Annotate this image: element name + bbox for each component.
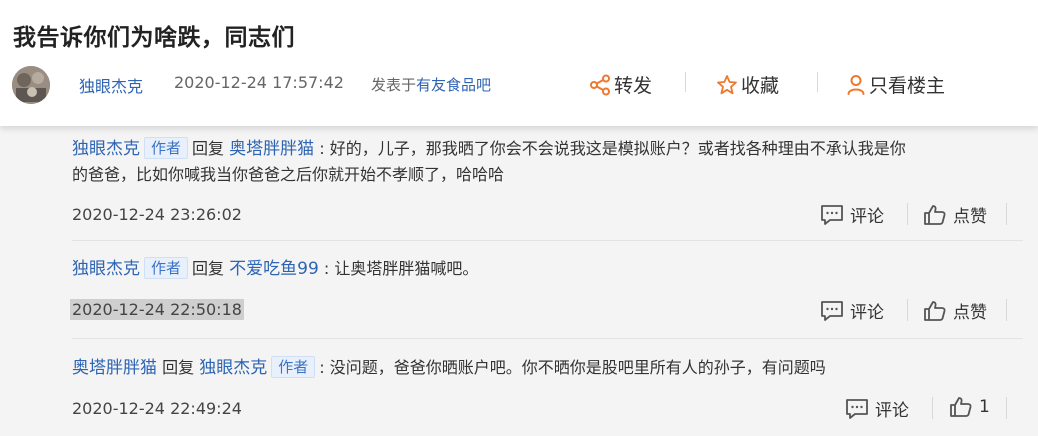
person-icon xyxy=(847,74,865,95)
divider xyxy=(907,299,908,321)
reply-list: 独眼杰克 作者 回复 奥塔胖胖猫 : 好的，儿子，那我晒了你会不会说我这是模拟账户？… xyxy=(58,126,1038,436)
divider xyxy=(72,240,1023,241)
reply-text-cont: 的爸爸，比如你喊我当你爸爸之后你就开始不孝顺了，哈哈哈 xyxy=(72,165,505,184)
share-icon xyxy=(590,74,610,95)
like-button[interactable]: 点赞 xyxy=(923,202,987,227)
reply-text: : 让奥塔胖胖猫喊吧。 xyxy=(323,259,479,278)
divider xyxy=(817,72,818,92)
share-button[interactable]: 转发 xyxy=(589,71,652,98)
reply-target[interactable]: 独眼杰克 xyxy=(199,358,267,378)
reply-time: 2020-12-24 23:26:02 xyxy=(72,205,242,224)
divider xyxy=(907,203,908,225)
divider xyxy=(685,72,686,92)
comment-button[interactable]: 评论 xyxy=(820,298,884,323)
comment-icon xyxy=(821,204,843,225)
reply-word: 回复 xyxy=(192,259,225,278)
thumbs-up-icon xyxy=(924,300,946,321)
star-icon xyxy=(717,74,737,94)
divider xyxy=(72,338,1023,339)
comment-label: 评论 xyxy=(850,303,884,323)
reply-time: 2020-12-24 22:49:24 xyxy=(72,399,242,418)
divider xyxy=(1006,203,1007,225)
like-label: 点赞 xyxy=(953,207,987,227)
comment-icon xyxy=(821,300,843,321)
comment-button[interactable]: 评论 xyxy=(845,396,909,421)
only-host-label: 只看楼主 xyxy=(869,75,946,97)
only-host-button[interactable]: 只看楼主 xyxy=(846,71,945,98)
post-time: 2020-12-24 17:57:42 xyxy=(174,73,344,92)
post-header: 我告诉你们为啥跌，同志们 独眼杰克 2020-12-24 17:57:42 发表… xyxy=(0,0,1038,126)
post-author[interactable]: 独眼杰克 xyxy=(79,73,143,97)
board-link[interactable]: 有友食品吧 xyxy=(416,76,491,94)
reply-time: 2020-12-24 22:50:18 xyxy=(70,299,244,320)
reply-text: : 好的，儿子，那我晒了你会不会说我这是模拟账户？或者找各种理由不承认我是你 xyxy=(319,139,906,158)
favorite-label: 收藏 xyxy=(741,75,780,97)
thumbs-up-icon xyxy=(924,204,946,225)
reply-content: 奥塔胖胖猫 回复 独眼杰克 作者: 没问题，爸爸你晒账户吧。你不晒你是股吧里所有人… xyxy=(72,355,1022,381)
divider xyxy=(932,397,933,419)
reply-author[interactable]: 独眼杰克 xyxy=(72,259,140,279)
share-label: 转发 xyxy=(614,75,653,97)
thumbs-up-icon xyxy=(950,397,972,417)
like-label: 点赞 xyxy=(953,303,987,323)
comment-label: 评论 xyxy=(875,401,909,421)
reply-text: : 没问题，爸爸你晒账户吧。你不晒你是股吧里所有人的孙子，有问题吗 xyxy=(319,358,826,377)
reply-content: 独眼杰克 作者 回复 奥塔胖胖猫 : 好的，儿子，那我晒了你会不会说我这是模拟账户？… xyxy=(72,136,1022,188)
reply-word: 回复 xyxy=(192,139,225,158)
like-button[interactable]: 1 xyxy=(949,396,990,418)
reply-author[interactable]: 独眼杰克 xyxy=(72,139,140,159)
comment-button[interactable]: 评论 xyxy=(820,202,884,227)
comment-icon xyxy=(846,398,868,419)
post-board-info: 发表于有友食品吧 xyxy=(371,74,491,95)
like-button[interactable]: 点赞 xyxy=(923,298,987,323)
like-count: 1 xyxy=(979,397,990,417)
favorite-button[interactable]: 收藏 xyxy=(716,71,779,98)
reply-target[interactable]: 不爱吃鱼99 xyxy=(229,259,319,279)
author-badge: 作者 xyxy=(144,257,189,279)
reply-content: 独眼杰克 作者 回复 不爱吃鱼99 : 让奥塔胖胖猫喊吧。 xyxy=(72,256,1022,282)
reply-word: 回复 xyxy=(162,358,195,377)
divider xyxy=(1006,397,1007,419)
reply-author[interactable]: 奥塔胖胖猫 xyxy=(72,358,157,378)
author-badge: 作者 xyxy=(271,356,316,378)
posted-in-label: 发表于 xyxy=(371,76,417,94)
avatar[interactable] xyxy=(12,66,50,104)
comment-label: 评论 xyxy=(850,207,884,227)
post-title: 我告诉你们为啥跌，同志们 xyxy=(13,25,295,51)
author-badge: 作者 xyxy=(144,137,189,159)
reply-target[interactable]: 奥塔胖胖猫 xyxy=(229,139,314,159)
divider xyxy=(1006,299,1007,321)
